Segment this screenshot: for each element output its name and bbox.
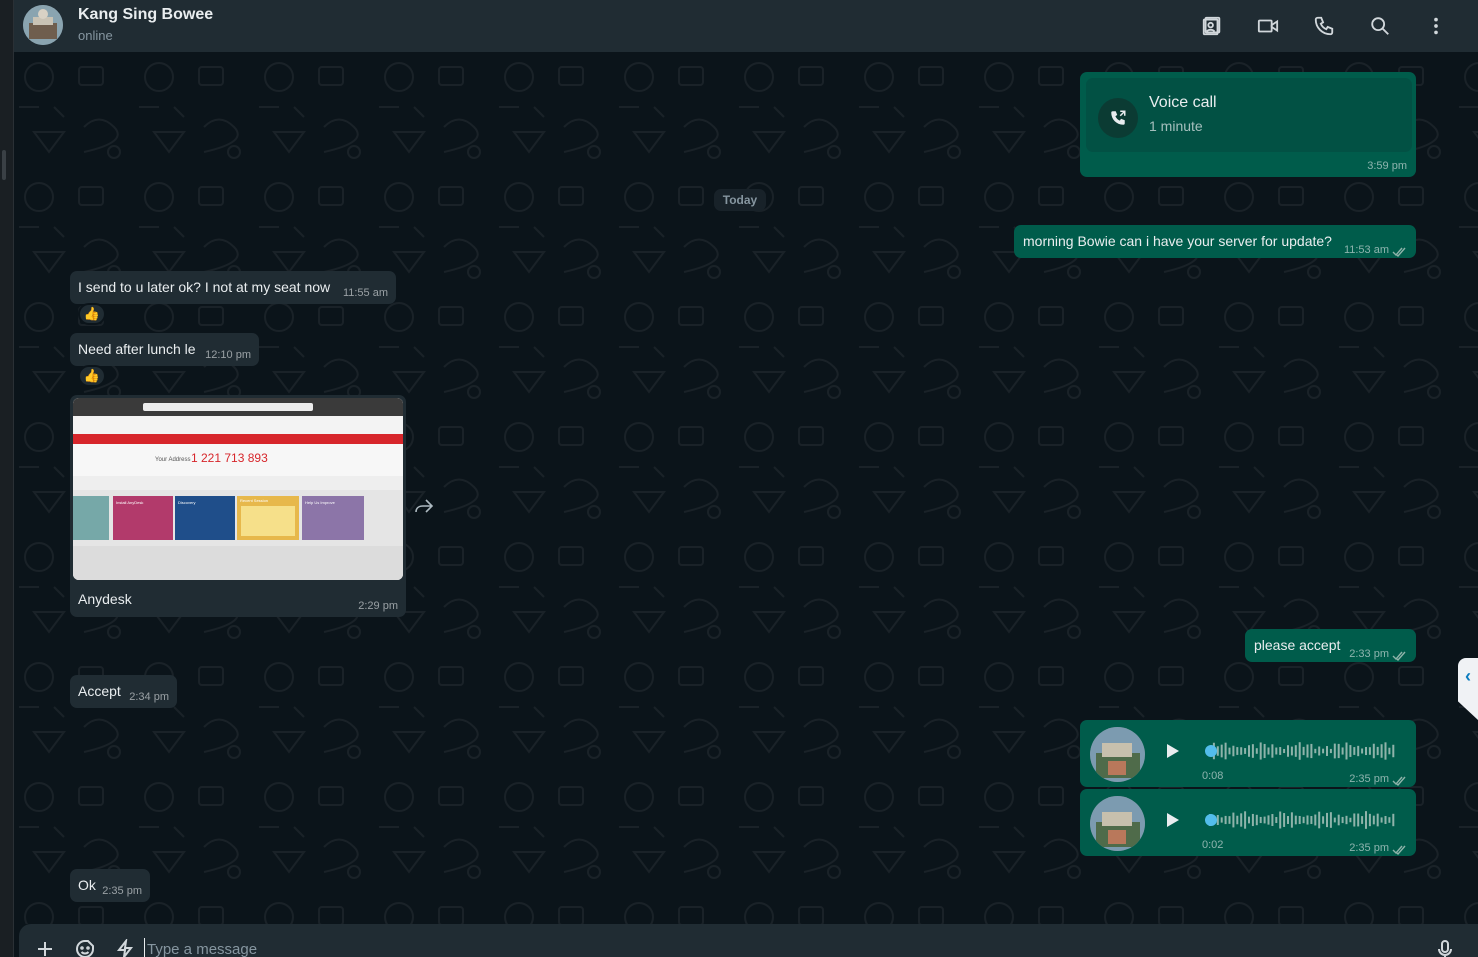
voice-call-message[interactable]: Voice call 1 minute 3:59 pm <box>1080 72 1416 177</box>
reaction-badge[interactable]: 👍 <box>78 365 106 387</box>
chat-header: Kang Sing Bowee online <box>14 0 1478 52</box>
microphone-icon[interactable] <box>1434 938 1456 957</box>
message-time: 12:10 pm <box>205 349 251 361</box>
voice-call-duration: 1 minute <box>1149 118 1203 134</box>
read-ticks-icon <box>1392 648 1407 662</box>
search-icon[interactable] <box>1352 12 1408 40</box>
message-time: 11:55 am <box>342 287 388 299</box>
message-text: morning Bowie can i have your server for… <box>1023 233 1332 249</box>
incoming-message[interactable]: Ok 2:35 pm <box>70 869 150 902</box>
contact-status: online <box>78 28 113 43</box>
card-help: Help Us Improve <box>305 500 336 505</box>
voice-call-icon[interactable] <box>1296 12 1352 40</box>
message-text: I send to u later ok? I not at my seat n… <box>78 279 331 295</box>
sticker-icon[interactable] <box>74 938 96 957</box>
video-call-icon[interactable] <box>1240 12 1296 40</box>
message-time: 2:29 pm <box>358 600 398 612</box>
outgoing-message[interactable]: morning Bowie can i have your server for… <box>1014 225 1416 258</box>
incoming-message[interactable]: Need after lunch le 12:10 pm <box>70 333 259 366</box>
voice-call-title: Voice call <box>1149 94 1217 111</box>
message-text: Need after lunch le <box>78 341 196 357</box>
sender-avatar <box>1090 796 1145 851</box>
play-icon[interactable] <box>1166 743 1180 759</box>
incoming-message[interactable]: I send to u later ok? I not at my seat n… <box>70 271 396 304</box>
contact-card-icon[interactable] <box>1184 12 1240 40</box>
header-actions <box>1184 12 1464 40</box>
card-recent: Recent Session <box>240 498 268 503</box>
contact-info[interactable]: Kang Sing Bowee online <box>78 6 213 43</box>
voice-note-message[interactable]: 0:08 2:35 pm <box>1080 720 1416 787</box>
your-address-label: Your Address <box>155 457 190 463</box>
image-message[interactable]: Your Address 1 221 713 893 Install AnyDe… <box>70 395 406 617</box>
incoming-message[interactable]: Accept 2:34 pm <box>70 675 177 708</box>
message-time: 2:35 pm <box>1349 773 1389 785</box>
read-ticks-icon <box>1392 773 1407 787</box>
card-discovery: Discovery <box>178 500 196 505</box>
contact-name: Kang Sing Bowee <box>78 6 214 23</box>
card-install: Install AnyDesk <box>116 500 143 505</box>
message-text: Accept <box>78 683 121 699</box>
waveform[interactable] <box>1206 808 1396 832</box>
message-time: 2:35 pm <box>1349 842 1389 854</box>
voice-call-card[interactable]: Voice call 1 minute <box>1086 78 1412 152</box>
message-time: 2:34 pm <box>129 691 169 703</box>
read-ticks-icon <box>1392 244 1407 258</box>
left-panel-edge <box>0 0 14 957</box>
more-options-icon[interactable] <box>1408 12 1464 40</box>
message-text: Ok <box>78 877 96 893</box>
message-text: please accept <box>1254 637 1341 653</box>
forward-icon[interactable] <box>409 491 439 521</box>
outgoing-message[interactable]: please accept 2:33 pm <box>1245 629 1416 662</box>
play-icon[interactable] <box>1166 812 1180 828</box>
voice-duration: 0:02 <box>1202 839 1224 851</box>
composer-bar <box>19 924 1478 957</box>
waveform[interactable] <box>1206 739 1396 763</box>
message-time: 2:33 pm <box>1349 648 1389 660</box>
read-ticks-icon <box>1392 842 1407 856</box>
attach-plus-icon[interactable] <box>34 938 56 957</box>
scrollbar[interactable] <box>2 150 6 180</box>
message-time: 3:59 pm <box>1367 160 1407 172</box>
message-time: 2:35 pm <box>102 885 142 897</box>
anydesk-address: 1 221 713 893 <box>191 451 268 465</box>
sender-avatar <box>1090 727 1145 782</box>
playback-position-dot[interactable] <box>1205 745 1217 757</box>
chevron-left-icon: ‹ <box>1465 666 1471 686</box>
date-divider: Today <box>714 189 766 211</box>
image-thumbnail[interactable]: Your Address 1 221 713 893 Install AnyDe… <box>73 398 403 580</box>
message-input[interactable] <box>144 938 1394 957</box>
playback-position-dot[interactable] <box>1205 814 1217 826</box>
outgoing-call-icon <box>1098 98 1138 138</box>
quick-reply-icon[interactable] <box>114 938 136 957</box>
voice-duration: 0:08 <box>1202 770 1224 782</box>
chat-area[interactable]: Voice call 1 minute 3:59 pm Today mornin… <box>14 52 1478 924</box>
reaction-badge[interactable]: 👍 <box>78 303 106 325</box>
contact-avatar[interactable] <box>23 5 63 45</box>
anydesk-screenshot: Your Address 1 221 713 893 Install AnyDe… <box>73 398 403 580</box>
image-caption: Anydesk <box>78 591 132 607</box>
voice-note-message[interactable]: 0:02 2:35 pm <box>1080 789 1416 856</box>
message-time: 11:53 am <box>1343 244 1389 256</box>
